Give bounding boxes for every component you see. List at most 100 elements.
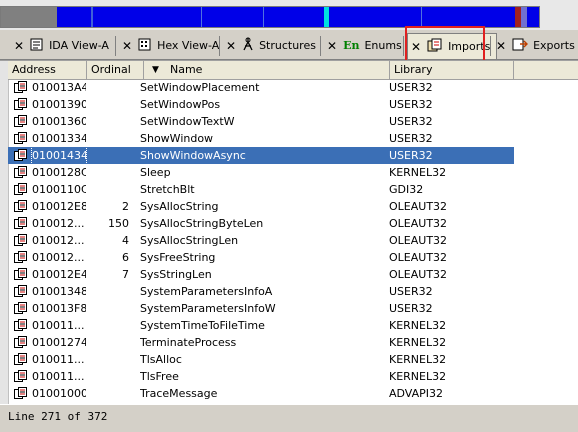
navigation-band[interactable]	[0, 0, 578, 30]
table-row[interactable]: 010012E4 7 SysStringLen OLEAUT32	[8, 266, 578, 283]
close-tab-icon[interactable]: ✕	[327, 39, 337, 53]
close-tab-icon[interactable]: ✕	[496, 39, 506, 53]
name-cell: SystemParametersInfoA	[140, 285, 273, 298]
tab-structures[interactable]: ✕ Structures	[226, 33, 316, 58]
address-cell: 010012E4	[32, 268, 86, 281]
column-header-address[interactable]: Address	[8, 61, 87, 79]
tab-label: Structures	[259, 39, 316, 52]
name-cell: StretchBlt	[140, 183, 195, 196]
import-entry-icon	[14, 353, 28, 366]
tab-enums[interactable]: ✕ En Enums	[327, 33, 402, 58]
import-entry-icon	[14, 183, 28, 196]
close-tab-icon[interactable]: ✕	[411, 40, 421, 54]
table-row[interactable]: 01001360 SetWindowTextW USER32	[8, 113, 578, 130]
import-entry-icon	[14, 200, 28, 213]
table-row[interactable]: 0100110C StretchBlt GDI32	[8, 181, 578, 198]
ordinal-cell: 2	[122, 200, 129, 213]
table-row[interactable]: 01001390 SetWindowPos USER32	[8, 96, 578, 113]
table-row[interactable]: 010011... TlsFree KERNEL32	[8, 368, 578, 385]
import-entry-icon	[14, 319, 28, 332]
column-header-name[interactable]: ▼ Name	[144, 61, 390, 79]
navigation-strip[interactable]	[0, 6, 540, 28]
name-cell: ShowWindowAsync	[140, 149, 246, 162]
column-header-name-label: Name	[170, 63, 203, 76]
address-cell: 010012...	[32, 217, 85, 230]
table-row[interactable]: 010011... SystemTimeToFileTime KERNEL32	[8, 317, 578, 334]
table-row[interactable]: 01001434 ShowWindowAsync USER32	[8, 146, 514, 165]
library-cell: USER32	[389, 302, 433, 315]
library-cell: KERNEL32	[389, 353, 447, 366]
import-entry-icon	[14, 98, 28, 111]
address-cell: 01001348	[32, 285, 86, 298]
address-cell: 010012...	[32, 234, 85, 247]
library-cell: USER32	[389, 285, 433, 298]
tab-imports[interactable]: ✕ Imports	[407, 33, 498, 59]
ordinal-cell: 6	[122, 251, 129, 264]
address-cell: 010011...	[32, 319, 85, 332]
name-cell: ShowWindow	[140, 132, 214, 145]
column-header-library[interactable]: Library	[390, 61, 514, 79]
name-cell: SystemTimeToFileTime	[140, 319, 265, 332]
tab-label: Exports	[533, 39, 575, 52]
import-entry-icon	[14, 370, 28, 383]
table-row[interactable]: 010012... 4 SysAllocStringLen OLEAUT32	[8, 232, 578, 249]
library-cell: USER32	[389, 81, 433, 94]
import-entry-icon	[14, 302, 28, 315]
status-bar: Line 271 of 372	[0, 404, 578, 432]
library-cell: OLEAUT32	[389, 217, 448, 230]
name-cell: SetWindowPos	[140, 98, 221, 111]
tab-label: Imports	[448, 40, 491, 53]
table-row[interactable]: 010012... 6 SysFreeString OLEAUT32	[8, 249, 578, 266]
import-entry-icon	[14, 285, 28, 298]
close-tab-icon[interactable]: ✕	[14, 39, 24, 53]
enums-icon: En	[343, 39, 360, 52]
address-cell: 010012E8	[32, 200, 86, 213]
address-cell: 010011...	[32, 370, 85, 383]
close-tab-icon[interactable]: ✕	[122, 39, 132, 53]
name-cell: SysAllocString	[140, 200, 219, 213]
table-row[interactable]: 01001348 SystemParametersInfoA USER32	[8, 283, 578, 300]
import-entry-icon	[14, 336, 28, 349]
library-cell: ADVAPI32	[389, 387, 444, 400]
name-cell: SetWindowPlacement	[140, 81, 260, 94]
column-header-ordinal[interactable]: Ordinal	[87, 61, 144, 79]
table-row[interactable]: 010012E8 2 SysAllocString OLEAUT32	[8, 198, 578, 215]
imports-list[interactable]: Address Ordinal ▼ Name Library 010013A4 S…	[0, 60, 578, 405]
library-cell: USER32	[389, 98, 433, 111]
table-row[interactable]: 01001000 TraceMessage ADVAPI32	[8, 385, 578, 402]
address-cell: 01001334	[32, 132, 86, 145]
table-row[interactable]: 010013A4 SetWindowPlacement USER32	[8, 79, 578, 96]
tab-exports[interactable]: ✕ Exports	[496, 33, 575, 58]
tab-label: Hex View-A	[157, 39, 220, 52]
hex-view-icon	[138, 38, 152, 54]
library-cell: OLEAUT32	[389, 200, 448, 213]
tab-ida-view-a[interactable]: ✕ IDA View-A	[14, 33, 109, 58]
library-cell: KERNEL32	[389, 370, 447, 383]
import-entry-icon	[14, 251, 28, 264]
library-cell: GDI32	[389, 183, 424, 196]
table-row[interactable]: 01001334 ShowWindow USER32	[8, 130, 578, 147]
import-entry-icon	[14, 81, 28, 94]
table-row[interactable]: 010012... 150 SysAllocStringByteLen OLEAUT3…	[8, 215, 578, 232]
tab-hex-view-a[interactable]: ✕ Hex View-A	[122, 33, 219, 58]
address-cell: 010013A4	[32, 81, 86, 94]
table-row[interactable]: 010013F8 SystemParametersInfoW USER32	[8, 300, 578, 317]
table-row[interactable]: 0100128C Sleep KERNEL32	[8, 164, 578, 181]
sort-arrow-icon: ▼	[152, 65, 159, 75]
import-entry-icon	[14, 387, 28, 400]
table-row[interactable]: 010011... TlsAlloc KERNEL32	[8, 351, 578, 368]
import-entry-icon	[14, 132, 28, 145]
import-entry-icon	[14, 268, 28, 281]
ordinal-cell: 150	[108, 217, 129, 230]
library-cell: OLEAUT32	[389, 268, 448, 281]
close-tab-icon[interactable]: ✕	[226, 39, 236, 53]
address-cell: 01001360	[32, 115, 86, 128]
table-row[interactable]: 01001274 TerminateProcess KERNEL32	[8, 334, 578, 351]
ordinal-cell: 4	[122, 234, 129, 247]
address-cell: 01001000	[32, 387, 86, 400]
imports-icon	[427, 38, 443, 55]
library-cell: KERNEL32	[389, 166, 447, 179]
library-cell: USER32	[389, 149, 433, 162]
column-header: Address Ordinal ▼ Name Library	[8, 61, 578, 80]
library-cell: OLEAUT32	[389, 251, 448, 264]
